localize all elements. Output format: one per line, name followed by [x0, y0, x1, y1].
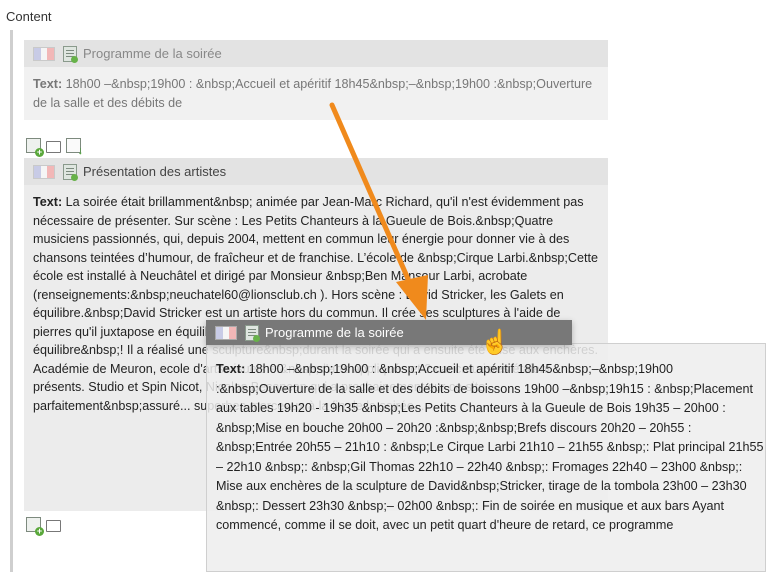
grab-hand-cursor-icon: ☝: [480, 329, 510, 356]
drag-direction-arrow-icon: [329, 102, 428, 320]
